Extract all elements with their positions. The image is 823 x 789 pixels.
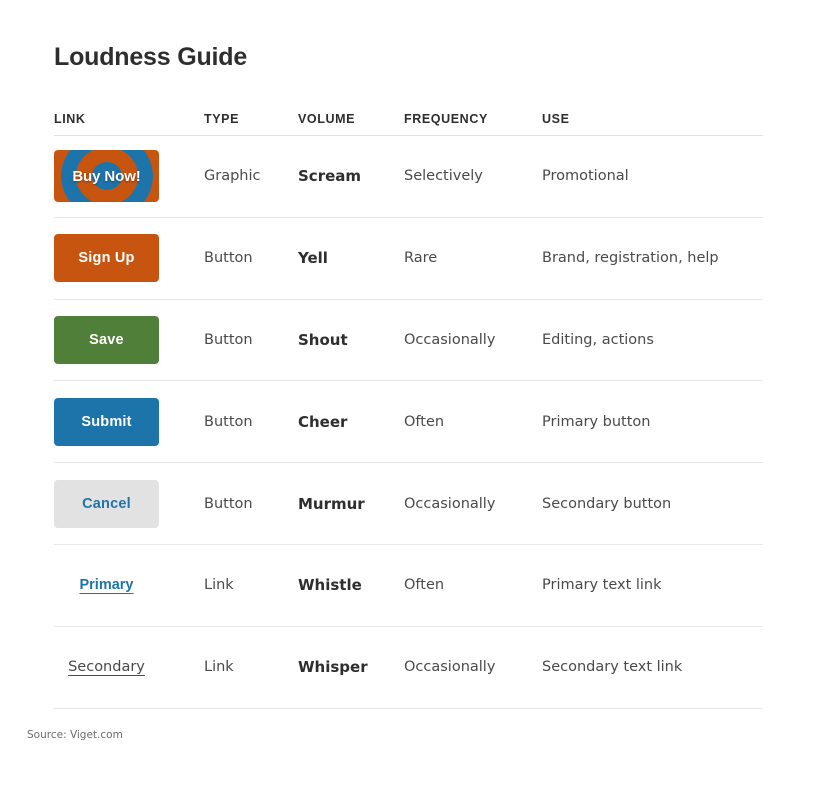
cell-volume: Murmur	[298, 494, 365, 513]
column-header-frequency: FREQUENCY	[404, 112, 488, 126]
loudness-table: LINK TYPE VOLUME FREQUENCY USE Buy Now! …	[54, 104, 763, 709]
cell-frequency: Often	[404, 413, 445, 430]
sign-up-button[interactable]: Sign Up	[54, 234, 159, 283]
table-row: Primary Link Whistle Often Primary text …	[54, 545, 763, 627]
cell-use: Secondary button	[542, 495, 672, 512]
cell-type: Button	[204, 331, 253, 348]
cell-type: Button	[204, 413, 253, 430]
cell-type: Button	[204, 495, 253, 512]
table-header-row: LINK TYPE VOLUME FREQUENCY USE	[54, 104, 763, 136]
sample-cell: Save	[54, 315, 159, 364]
cell-type: Graphic	[204, 168, 261, 185]
cell-use: Secondary text link	[542, 659, 683, 676]
cancel-button[interactable]: Cancel	[54, 479, 159, 528]
cell-type: Link	[204, 577, 234, 594]
column-header-use: USE	[542, 112, 570, 126]
sample-cell: Sign Up	[54, 234, 159, 283]
column-header-volume: VOLUME	[298, 112, 356, 126]
cell-frequency: Occasionally	[404, 495, 496, 512]
cell-volume: Yell	[298, 249, 328, 268]
cell-use: Primary text link	[542, 577, 662, 594]
buy-now-graphic-label: Buy Now!	[72, 167, 141, 185]
cell-frequency: Rare	[404, 250, 438, 267]
sample-cell: Buy Now!	[54, 150, 159, 203]
column-header-link: LINK	[54, 112, 86, 126]
table-row: Save Button Shout Occasionally Editing, …	[54, 300, 763, 382]
cell-frequency: Occasionally	[404, 659, 496, 676]
submit-button[interactable]: Submit	[54, 397, 159, 446]
cell-use: Editing, actions	[542, 331, 654, 348]
cell-volume: Shout	[298, 330, 348, 349]
loudness-guide-page: Loudness Guide LINK TYPE VOLUME FREQUENC…	[0, 0, 823, 789]
table-row: Buy Now! Graphic Scream Selectively Prom…	[54, 136, 763, 218]
page-title: Loudness Guide	[54, 43, 248, 71]
cell-frequency: Selectively	[404, 168, 483, 185]
cell-volume: Cheer	[298, 412, 348, 431]
secondary-text-link[interactable]: Secondary	[54, 656, 159, 678]
sample-cell: Cancel	[54, 479, 159, 528]
table-row: Cancel Button Murmur Occasionally Second…	[54, 463, 763, 545]
table-row: Submit Button Cheer Often Primary button	[54, 381, 763, 464]
sample-cell: Primary	[54, 574, 159, 596]
cell-use: Primary button	[542, 413, 651, 430]
save-button[interactable]: Save	[54, 315, 159, 364]
cell-frequency: Often	[404, 577, 445, 594]
primary-text-link[interactable]: Primary	[54, 574, 159, 596]
sample-cell: Secondary	[54, 656, 159, 678]
buy-now-graphic[interactable]: Buy Now!	[54, 150, 159, 203]
cell-type: Button	[204, 250, 253, 267]
source-caption: Source: Viget.com	[27, 729, 123, 741]
table-row: Secondary Link Whisper Occasionally Seco…	[54, 627, 763, 709]
cell-volume: Whisper	[298, 658, 368, 677]
cell-volume: Whistle	[298, 576, 362, 595]
cell-frequency: Occasionally	[404, 331, 496, 348]
cell-use: Promotional	[542, 168, 629, 185]
column-header-type: TYPE	[204, 112, 240, 126]
cell-type: Link	[204, 659, 234, 676]
cell-use: Brand, registration, help	[542, 250, 719, 267]
table-row: Sign Up Button Yell Rare Brand, registra…	[54, 218, 763, 300]
cell-volume: Scream	[298, 167, 362, 186]
sample-cell: Submit	[54, 397, 159, 446]
